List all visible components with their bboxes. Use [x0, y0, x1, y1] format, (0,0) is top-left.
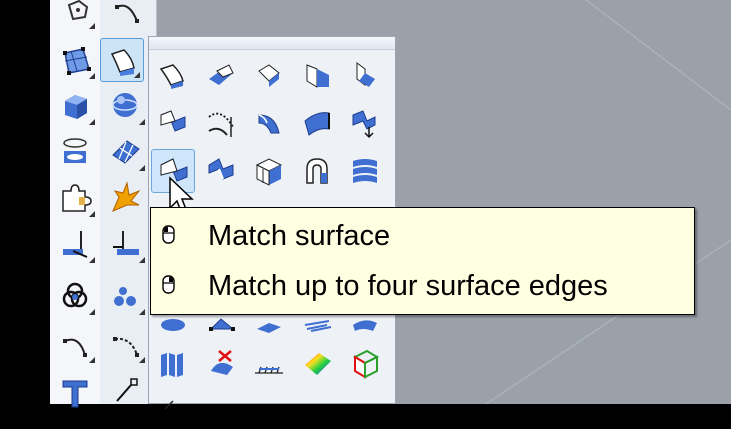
boolean-icon [62, 282, 88, 308]
extend-right-button[interactable] [104, 222, 148, 266]
surface-from-points-button[interactable] [153, 55, 193, 95]
curve-button[interactable] [54, 322, 98, 366]
puzzle-tools-button[interactable] [54, 176, 98, 220]
box-icon [65, 95, 87, 119]
surface-from-points-icon [159, 64, 184, 89]
trim-surface-icon [211, 350, 233, 375]
box-edit-icon [352, 349, 380, 379]
flyout-indicator [139, 165, 145, 171]
more-surface-icon [164, 400, 174, 410]
flyout-indicator [89, 357, 95, 363]
curvature-icon [305, 353, 331, 375]
loft-surface-button[interactable] [345, 103, 385, 143]
extrude-surface-button[interactable] [153, 103, 193, 143]
flyout-indicator [139, 309, 145, 315]
flyout-indicator [89, 73, 95, 79]
blend-surface-button[interactable] [249, 103, 289, 143]
surface-from-planar-curves-icon [306, 64, 329, 88]
curve-points-icon [113, 337, 139, 357]
control-point-surface-button[interactable] [54, 38, 98, 82]
extend-icon [63, 231, 88, 258]
loft-surface-icon [352, 110, 376, 139]
flyout-indicator [139, 357, 145, 363]
tooltip-right-click-row: Match up to four surface edges [151, 266, 694, 306]
polygon-button[interactable] [54, 0, 98, 32]
tooltip: Match surface Match up to four surface e… [150, 207, 695, 315]
surface-vertical-icon [356, 62, 375, 87]
surface-from-edge-icon [209, 64, 234, 85]
merge-surface-button[interactable] [201, 151, 241, 191]
developable-surface-icon [161, 353, 183, 377]
point-button[interactable] [104, 370, 148, 414]
arc-icon [115, 4, 139, 23]
more-surface-button[interactable] [153, 389, 193, 429]
extend-left-button[interactable] [54, 222, 98, 266]
surface-vertical-button[interactable] [345, 55, 385, 95]
spheres-icon [114, 287, 136, 306]
unroll-surface-icon [255, 158, 283, 186]
curve-icon [63, 338, 87, 357]
box-button[interactable] [54, 84, 98, 128]
polygon-icon [67, 0, 89, 21]
flyout-title-bar[interactable] [149, 37, 395, 50]
flyout-indicator [89, 257, 95, 263]
flyout-indicator [89, 211, 95, 217]
extend-icon [113, 231, 139, 255]
explode-button[interactable] [104, 176, 148, 220]
merge-surface-icon [208, 158, 234, 180]
network-surface-button[interactable] [297, 151, 337, 191]
sphere-button[interactable] [104, 84, 148, 128]
cylinder-button[interactable] [54, 130, 98, 174]
flyout-indicator [139, 119, 145, 125]
spheres-button[interactable] [104, 274, 148, 318]
network-surface-icon [306, 158, 328, 184]
heightfield-icon [255, 366, 283, 374]
left-toolbar [50, 0, 157, 408]
sphere-icon [112, 93, 138, 117]
patch-surface-button[interactable] [345, 151, 385, 191]
sweep-surface-button[interactable] [297, 103, 337, 143]
surface-from-edge-button[interactable] [201, 55, 241, 95]
flyout-indicator [139, 257, 145, 263]
flyout-indicator [89, 309, 95, 315]
trim-surface-button[interactable] [201, 343, 241, 383]
right-mouse-icon [162, 275, 175, 294]
flyout-indicator [134, 72, 140, 78]
tooltip-left-click-label: Match surface [208, 220, 391, 252]
surface-corner-icon [258, 64, 280, 87]
revolve-surface-icon [208, 112, 234, 137]
arc-button[interactable] [104, 0, 148, 32]
tooltip-left-click-row: Match surface [151, 216, 694, 256]
extrude-surface-icon [160, 110, 186, 132]
mesh-plane-button[interactable] [104, 130, 148, 174]
unroll-surface-button[interactable] [249, 151, 289, 191]
developable-surface-button[interactable] [153, 343, 193, 383]
surface-corner-button[interactable] [249, 55, 289, 95]
surface-from-planar-curves-button[interactable] [297, 55, 337, 95]
sweep-surface-icon [304, 112, 330, 136]
curvature-button[interactable] [297, 343, 337, 383]
box-edit-button[interactable] [345, 343, 385, 383]
flyout-indicator [89, 23, 95, 29]
cylinder-icon [63, 138, 87, 163]
puzzle-icon [62, 184, 92, 212]
explode-icon [112, 181, 141, 212]
blend-surface-icon [258, 114, 280, 134]
mesh-plane-icon [112, 140, 140, 164]
left-mouse-icon [162, 225, 175, 244]
flyout-indicator [89, 119, 95, 125]
surface-tools-button[interactable] [100, 38, 144, 82]
tooltip-right-click-label: Match up to four surface edges [208, 270, 608, 302]
patch-surface-icon [353, 159, 377, 183]
heightfield-button[interactable] [249, 343, 289, 383]
control-point-surface-icon [63, 47, 91, 75]
curve-points-button[interactable] [104, 322, 148, 366]
revolve-surface-button[interactable] [201, 103, 241, 143]
boolean-button[interactable] [54, 274, 98, 318]
text-button[interactable] [54, 370, 98, 414]
